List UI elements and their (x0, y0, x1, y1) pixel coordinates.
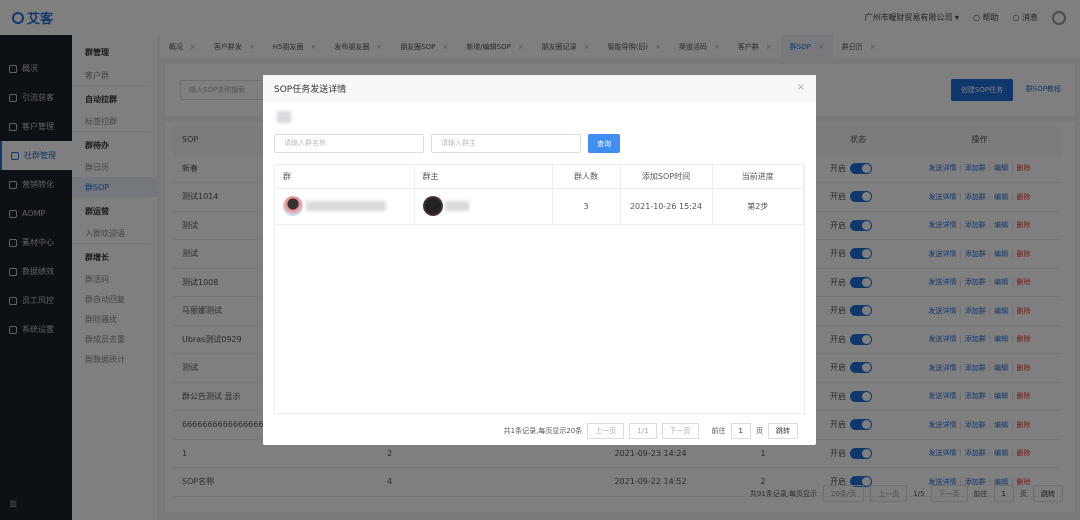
modal-goto-label: 前往 (711, 427, 726, 435)
blurred-group-name (305, 201, 386, 211)
query-button[interactable]: 查询 (588, 134, 620, 153)
modal-page-unit: 页 (756, 427, 763, 435)
modal-total-count: 共1条记录,每页显示20条 (503, 427, 583, 435)
col-progress: 当前进度 (712, 165, 804, 189)
modal-title: SOP任务发送详情 (263, 75, 816, 102)
blurred-sop-name (277, 111, 291, 123)
blurred-owner-name (445, 201, 470, 211)
group-cell (275, 188, 415, 225)
col-members: 群人数 (552, 165, 621, 189)
owner-cell (414, 188, 553, 225)
group-owner-input[interactable]: 请输入群主 (431, 134, 581, 153)
modal-pagination: 共1条记录,每页显示20条 上一页 1/1 下一页 前往 1 页 跳转 (504, 423, 798, 439)
group-detail-table: 群 群主 群人数 添加SOP时间 当前进度 3 2021-10-26 15:24… (274, 164, 805, 414)
col-add-time: 添加SOP时间 (620, 165, 713, 189)
progress: 第2步 (712, 188, 804, 225)
member-count: 3 (552, 188, 621, 225)
close-icon[interactable]: × (797, 82, 805, 93)
modal-jump-button[interactable]: 跳转 (768, 423, 798, 439)
col-owner: 群主 (414, 165, 553, 189)
sop-send-detail-modal: SOP任务发送详情 × 请输入群名称 请输入群主 查询 群 群主 群人数 添加S… (263, 75, 816, 445)
table-row: 3 2021-10-26 15:24 第2步 (275, 188, 804, 225)
modal-next-button[interactable]: 下一页 (661, 423, 699, 439)
group-name-input[interactable]: 请输入群名称 (274, 134, 424, 153)
owner-avatar (422, 196, 443, 216)
col-group: 群 (275, 165, 415, 189)
add-time: 2021-10-26 15:24 (620, 188, 713, 225)
modal-page-indicator: 1/1 (629, 423, 657, 439)
modal-prev-button[interactable]: 上一页 (587, 423, 625, 439)
group-avatar (283, 196, 303, 216)
modal-goto-input[interactable]: 1 (730, 423, 751, 439)
